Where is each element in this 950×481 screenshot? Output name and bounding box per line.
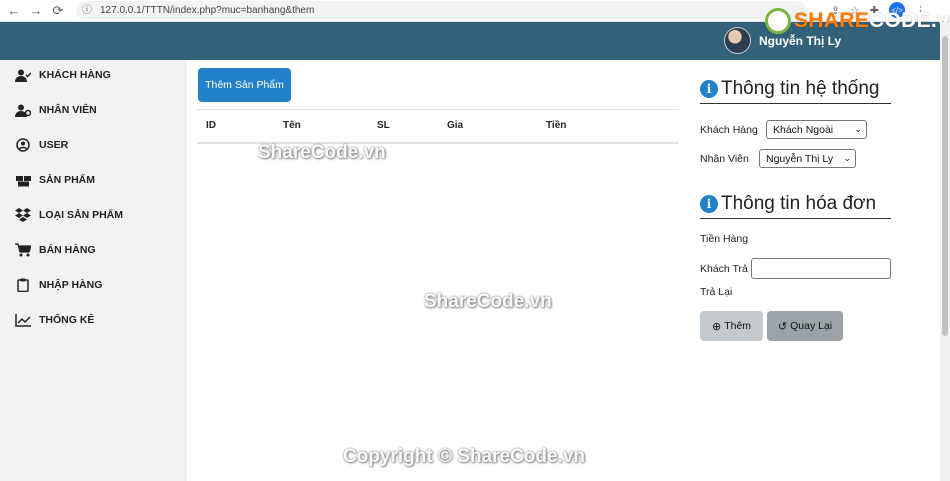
paid-input[interactable] [751,258,891,279]
logo-code-text: CODE.vn [869,9,950,32]
sharecode-logo: SHARECODE.vn [765,8,950,34]
sidebar: KHÁCH HÀNG NHÂN VIÊN USER SẢN PHẨM LOẠI … [0,60,187,481]
plus-circle-icon: ⊕ [711,320,722,333]
sidebar-item-khach-hang[interactable]: KHÁCH HÀNG [14,68,111,82]
paid-label: Khách Trả [700,263,748,275]
clipboard-icon [14,278,32,292]
add-product-button[interactable]: Thêm Sản Phẩm [198,68,291,102]
col-gia: Gia [438,109,537,144]
site-info-icon[interactable]: ⓘ [82,5,92,16]
total-label: Tiền Hàng [700,233,749,245]
col-id: ID [197,109,274,144]
sidebar-item-label: THỐNG KÊ [39,314,95,326]
copyright-watermark: Copyright © ShareCode.vn [343,446,586,467]
col-sl: SL [368,109,438,144]
user-circle-icon [14,138,32,152]
scroll-thumb[interactable] [942,36,948,336]
reload-icon[interactable]: ⟳ [47,0,69,22]
chart-line-icon [14,313,32,327]
main-content: Thêm Sản Phẩm ID Tên SL Gia Tiền [187,60,687,481]
employee-label: Nhân Viên [700,153,749,165]
sidebar-item-label: BÁN HÀNG [39,244,96,256]
invoice-title: i Thông tin hóa đơn [700,193,891,219]
dropbox-icon [14,208,32,222]
sidebar-item-label: USER [39,139,69,151]
col-tien: Tiền [537,109,679,144]
cart-table: ID Tên SL Gia Tiền [197,109,679,144]
boxes-icon [14,173,32,187]
sidebar-item-loai-san-pham[interactable]: LOẠI SẢN PHẨM [14,208,123,222]
undo-icon: ↺ [777,320,788,333]
url-text: 127.0.0.1/TTTN/index.php?muc=banhang&the… [100,5,315,16]
sharecode-logo-icon [765,8,791,34]
logo-share-text: SHARE [794,9,870,32]
customer-label: Khách Hàng [700,124,758,136]
cart-icon [14,243,32,257]
sidebar-item-thong-ke[interactable]: THỐNG KÊ [14,313,94,327]
sidebar-item-ban-hang[interactable]: BÁN HÀNG [14,243,96,257]
add-button[interactable]: ⊕ Thêm [700,311,763,341]
info-circle-icon: i [700,195,718,213]
sidebar-item-label: KHÁCH HÀNG [39,69,111,81]
user-check-icon [14,68,32,82]
table-header-row: ID Tên SL Gia Tiền [197,109,679,144]
sidebar-item-user[interactable]: USER [14,138,68,152]
back-button[interactable]: ↺ Quay Lại [767,311,843,341]
sidebar-item-san-pham[interactable]: SẢN PHẨM [14,173,95,187]
info-panel: i Thông tin hệ thống Khách Hàng Khách Ng… [700,60,940,481]
address-bar[interactable]: ⓘ 127.0.0.1/TTTN/index.php?muc=banhang&t… [76,1,806,20]
watermark-text: ShareCode.vn [258,142,386,163]
employee-select[interactable]: Nguyễn Thị Ly ⌄ [759,149,856,168]
system-info-title-text: Thông tin hệ thống [721,78,880,99]
change-label: Trả Lại [700,286,733,298]
back-icon[interactable]: ← [3,0,25,22]
sidebar-item-label: NHÂN VIÊN [39,104,97,116]
avatar [724,27,751,54]
customer-select-value: Khách Ngoài [773,123,834,136]
customer-select[interactable]: Khách Ngoài ⌄ [766,120,867,139]
watermark-text: ShareCode.vn [424,291,552,312]
invoice-title-text: Thông tin hóa đơn [721,193,877,214]
sidebar-item-nhan-vien[interactable]: NHÂN VIÊN [14,103,97,117]
col-ten: Tên [274,109,368,144]
employee-select-value: Nguyễn Thị Ly [766,152,834,165]
forward-icon[interactable]: → [25,0,47,22]
sidebar-item-label: NHẬP HÀNG [39,279,103,291]
user-name: Nguyễn Thị Ly [759,33,842,48]
sidebar-item-nhap-hang[interactable]: NHẬP HÀNG [14,278,102,292]
chevron-down-icon: ⌄ [843,153,851,163]
user-gear-icon [14,103,32,117]
back-button-label: Quay Lại [790,320,833,332]
sidebar-item-label: LOẠI SẢN PHẨM [39,209,123,221]
chevron-down-icon: ⌄ [854,124,862,134]
info-circle-icon: i [700,80,718,98]
sidebar-item-label: SẢN PHẨM [39,174,96,186]
system-info-title: i Thông tin hệ thống [700,78,891,104]
page-scrollbar[interactable] [940,22,950,481]
add-button-label: Thêm [724,320,752,332]
